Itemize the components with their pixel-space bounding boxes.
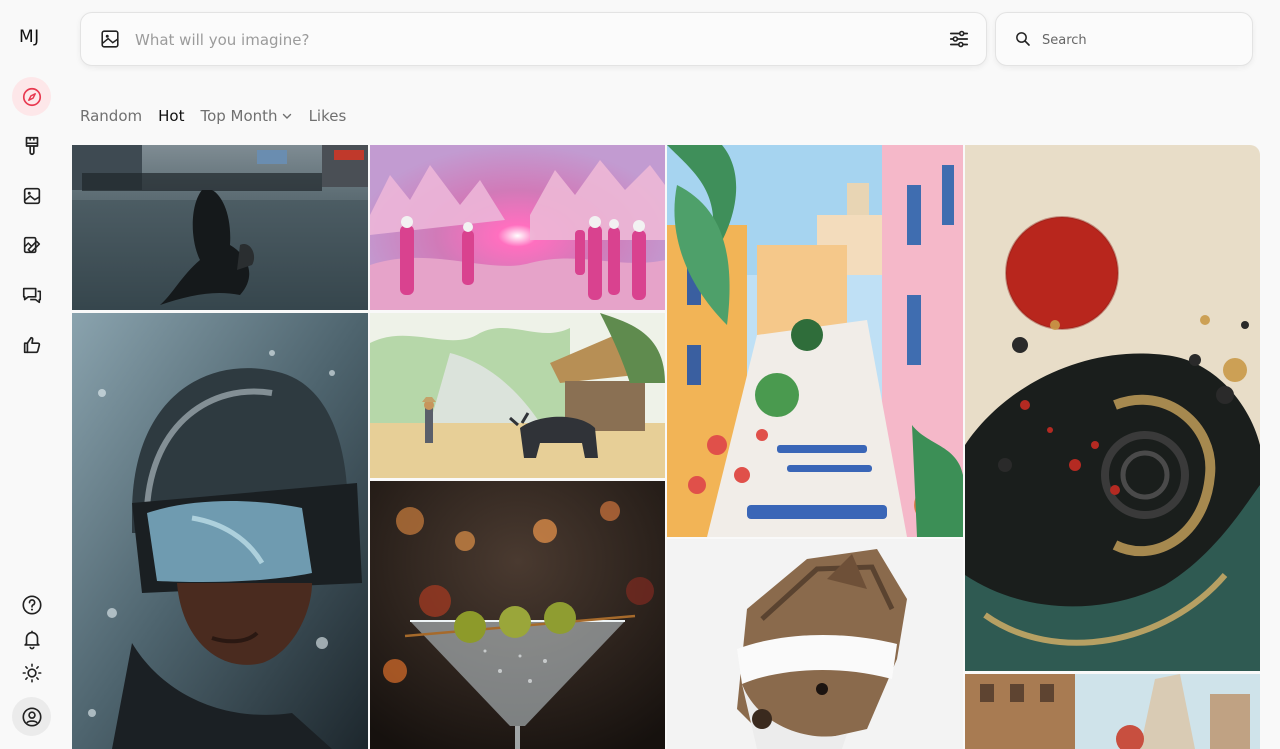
tab-top-month[interactable]: Top Month [200, 107, 292, 125]
wooden-dog-image [667, 539, 963, 749]
martini-image [370, 481, 665, 749]
gallery-item-pink-canyon[interactable] [370, 145, 665, 310]
tab-likes[interactable]: Likes [309, 107, 347, 125]
tab-hot[interactable]: Hot [158, 107, 184, 125]
help-icon [21, 594, 42, 615]
chat-icon [22, 287, 41, 303]
gallery-item-ruined-city[interactable] [965, 674, 1260, 749]
search-bar [995, 12, 1253, 66]
ruined-city-image [965, 674, 1260, 749]
abstract-red-sun-image [965, 145, 1260, 671]
nav-chat[interactable] [12, 275, 51, 314]
watercolor-town-image [667, 145, 963, 537]
prompt-input[interactable] [133, 27, 927, 53]
nav-explore[interactable] [12, 77, 51, 116]
nav-edit[interactable] [12, 225, 51, 264]
edit-icon [23, 236, 40, 253]
flooded-street-image [72, 145, 368, 310]
nav-likes[interactable] [12, 325, 51, 364]
gallery-item-watercolor-buffalo[interactable] [370, 313, 665, 478]
gallery-item-flooded-street[interactable] [72, 145, 368, 310]
gallery-item-wooden-dog[interactable] [667, 539, 963, 749]
sidebar: MJ [0, 0, 64, 749]
compass-icon [22, 87, 41, 106]
nav-organize[interactable] [12, 176, 51, 215]
feed-tabs: Random Hot Top Month Likes [80, 107, 346, 125]
gallery-item-snow-goggles[interactable] [72, 313, 368, 749]
nav-profile[interactable] [12, 697, 51, 736]
nav-create[interactable] [12, 126, 51, 165]
chevron-down-icon [282, 113, 291, 119]
gallery-item-martini[interactable] [370, 481, 665, 749]
snow-goggles-image [72, 313, 368, 749]
prompt-bar [80, 12, 987, 66]
sun-icon [22, 663, 41, 682]
search-input[interactable] [1040, 29, 1240, 51]
search-icon [1016, 32, 1030, 46]
tab-top-month-label: Top Month [200, 107, 278, 125]
paintbrush-icon [25, 136, 38, 155]
gallery-item-abstract-red-sun[interactable] [965, 145, 1260, 671]
thumbs-up-icon [23, 336, 40, 353]
tab-random[interactable]: Random [80, 107, 142, 125]
watercolor-buffalo-image [370, 313, 665, 478]
nav-theme[interactable] [12, 653, 51, 692]
image-icon [23, 187, 40, 204]
sliders-icon[interactable] [948, 28, 970, 50]
bell-icon [23, 630, 40, 649]
logo[interactable]: MJ [19, 27, 40, 47]
image-upload-icon[interactable] [99, 28, 121, 50]
user-icon [21, 706, 42, 727]
pink-canyon-image [370, 145, 665, 310]
gallery-item-watercolor-town[interactable] [667, 145, 963, 537]
